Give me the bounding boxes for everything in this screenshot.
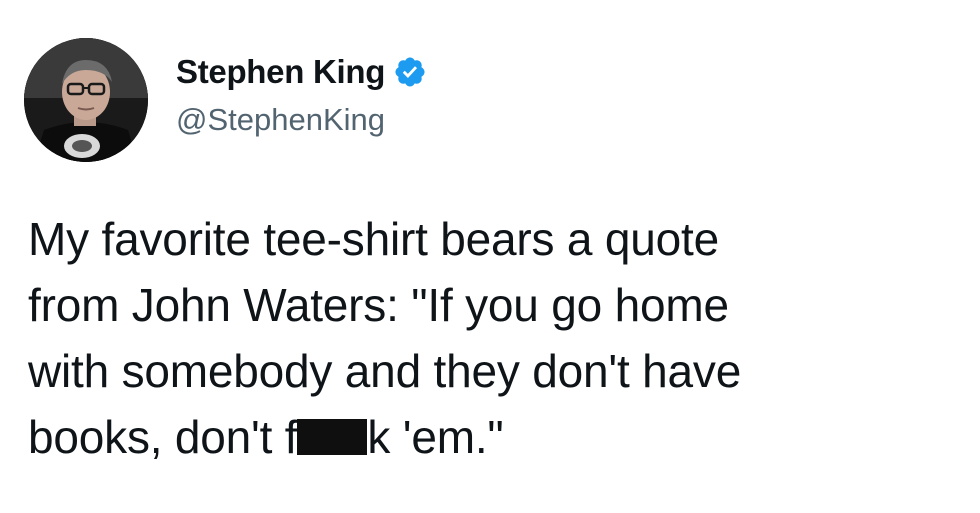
censor-bar (297, 419, 368, 455)
name-row: Stephen King (176, 52, 427, 92)
avatar-photo-icon (24, 38, 148, 162)
tweet-text-before-censor: books, don't f (28, 411, 298, 463)
user-handle[interactable]: @StephenKing (176, 102, 427, 138)
tweet-line-last: books, don't f k 'em." (28, 404, 968, 470)
tweet-text: My favorite tee-shirt bears a quote from… (28, 206, 968, 470)
tweet-text-after-censor: k 'em." (367, 411, 504, 463)
tweet-line: with somebody and they don't have (28, 345, 742, 397)
display-name[interactable]: Stephen King (176, 53, 385, 91)
verified-badge-icon (395, 57, 425, 87)
tweet-line: from John Waters: "If you go home (28, 279, 729, 331)
profile-avatar[interactable] (24, 38, 148, 162)
author-block: Stephen King @StephenKing (176, 52, 427, 138)
tweet-line: My favorite tee-shirt bears a quote (28, 213, 719, 265)
tweet-card: Stephen King @StephenKing My favorite te… (0, 0, 980, 513)
